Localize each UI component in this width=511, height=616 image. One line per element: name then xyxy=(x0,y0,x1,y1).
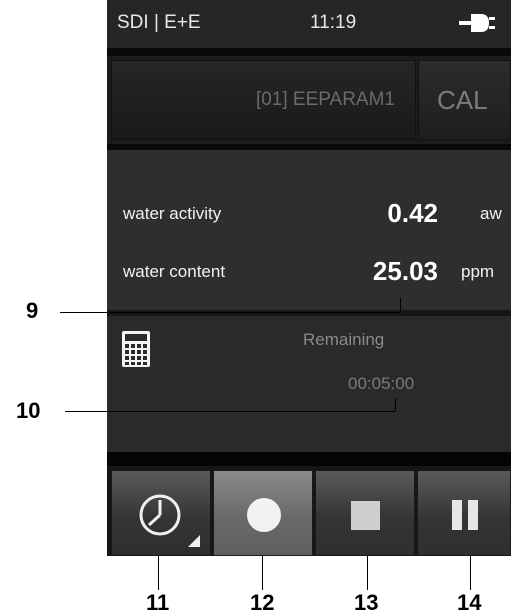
square-icon xyxy=(316,471,416,562)
measurements-panel: water activity 0.42 aw water content 25.… xyxy=(107,150,511,310)
callout-number: 11 xyxy=(146,590,170,615)
timer-panel: Remaining 00:05:00 xyxy=(107,316,511,452)
callout-line xyxy=(158,556,159,590)
remaining-time: 00:05:00 xyxy=(348,374,415,393)
record-button[interactable] xyxy=(213,470,313,556)
clock: 11:19 xyxy=(310,12,357,33)
circle-icon xyxy=(214,471,314,562)
callout-line xyxy=(65,411,395,412)
status-bar: SDI | E+E 11:19 xyxy=(107,0,511,48)
callout-line xyxy=(400,298,401,312)
callout-number: 10 xyxy=(16,398,41,423)
callout-line xyxy=(60,312,400,313)
parameter-button[interactable]: [01] EEPARAM1 xyxy=(111,60,416,140)
cal-label: CAL xyxy=(437,85,488,115)
callout-line xyxy=(470,556,471,590)
measurement-value: 25.03 xyxy=(372,256,438,286)
plug-icon xyxy=(459,10,495,42)
pause-button[interactable] xyxy=(417,470,511,556)
device-screen: SDI | E+E 11:19 [01] EEPARAM1 CAL water … xyxy=(107,0,511,556)
brand-label: SDI | E+E xyxy=(117,12,201,33)
callout-number: 14 xyxy=(457,590,482,615)
measurement-unit: aw xyxy=(480,204,502,223)
interval-button[interactable] xyxy=(111,470,211,556)
pause-icon xyxy=(418,471,511,562)
cal-button[interactable]: CAL xyxy=(418,60,511,140)
callout-line xyxy=(367,556,368,590)
measurement-unit: ppm xyxy=(461,262,495,281)
measurement-label: water activity xyxy=(123,204,222,223)
measurement-value: 0.42 xyxy=(387,198,438,228)
divider xyxy=(107,48,511,56)
calculator-icon[interactable] xyxy=(121,330,151,373)
callout-number: 13 xyxy=(354,590,379,615)
remaining-label: Remaining xyxy=(303,330,385,349)
clock-icon xyxy=(112,471,212,562)
stop-button[interactable] xyxy=(315,470,415,556)
measurement-label: water content xyxy=(123,262,226,281)
callout-line xyxy=(262,556,263,590)
callout-number: 9 xyxy=(26,298,39,323)
divider xyxy=(107,452,511,466)
callout-number: 12 xyxy=(250,590,275,615)
parameter-label: [01] EEPARAM1 xyxy=(255,89,395,110)
callout-line xyxy=(395,398,396,411)
